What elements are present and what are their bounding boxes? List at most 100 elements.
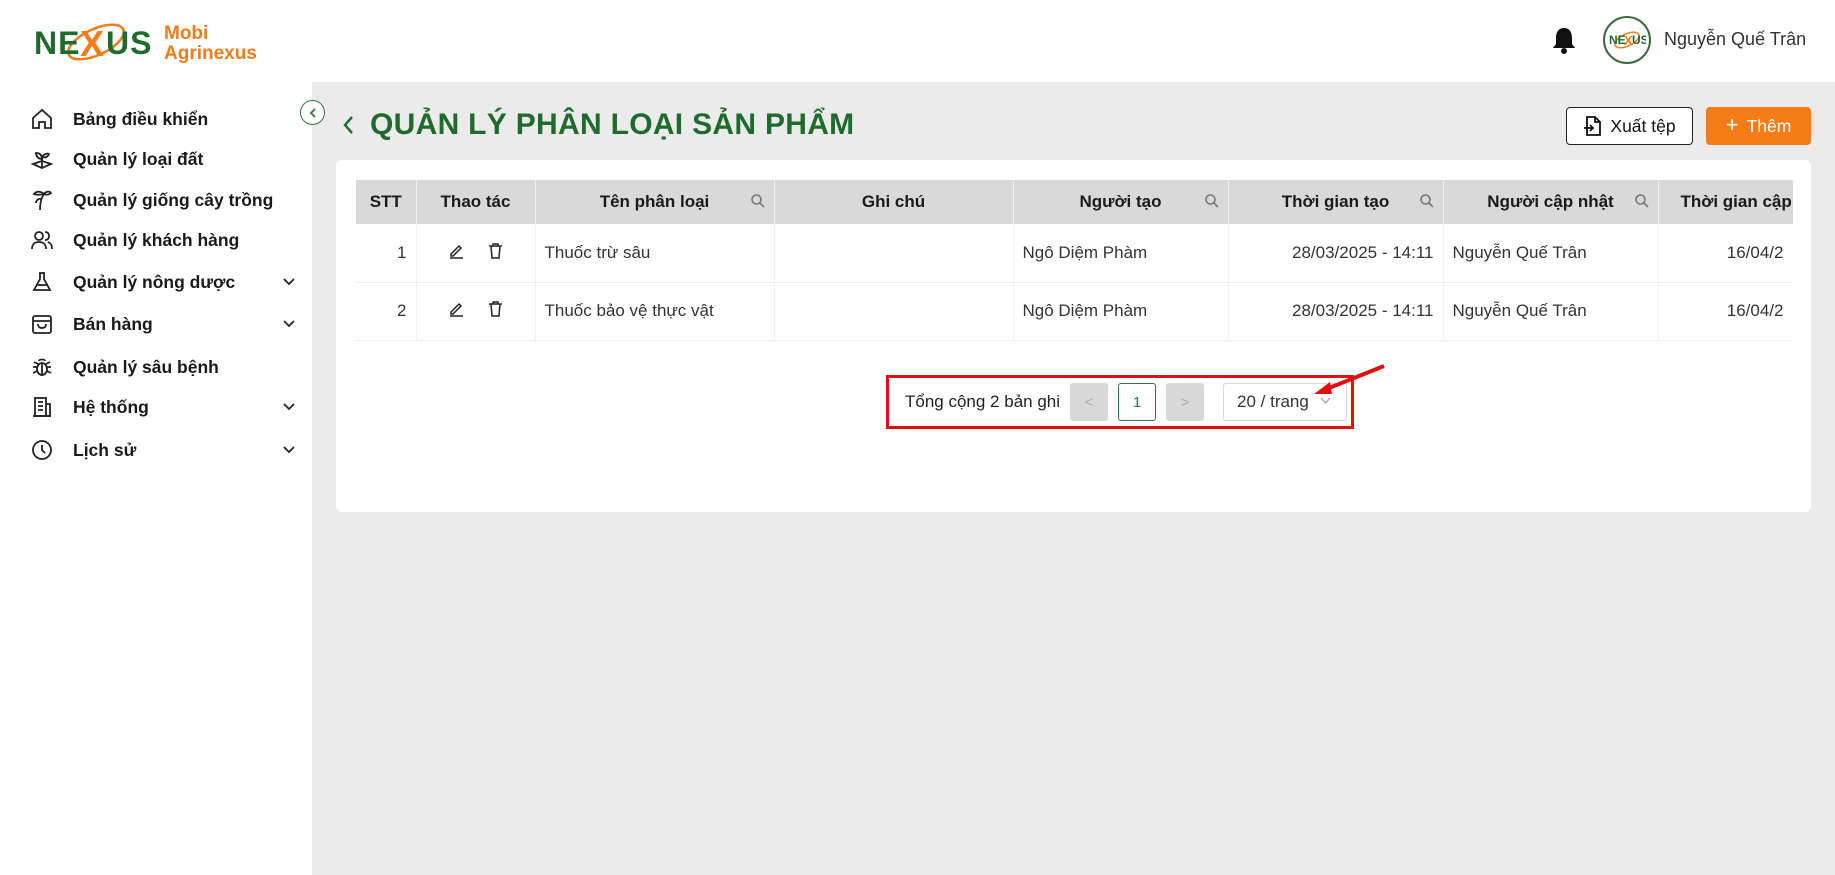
avatar-logo-icon: NE X US: [1609, 31, 1646, 49]
pagination-prev-button[interactable]: <: [1070, 383, 1109, 421]
main-content: QUẢN LÝ PHÂN LOẠI SẢN PHẨM Xuất tệp + Th…: [312, 82, 1835, 875]
chevron-down-icon[interactable]: [280, 272, 298, 290]
cell-category-name: Thuốc trừ sâu: [535, 224, 775, 283]
flask-icon: [28, 268, 56, 296]
building-icon: [28, 393, 56, 421]
column-header-note: Ghi chú: [774, 180, 1014, 224]
home-icon: [28, 105, 56, 133]
annotation-arrow-icon: [1310, 362, 1390, 398]
sidebar-item-label: Quản lý sâu bệnh: [73, 356, 219, 377]
table-row: 1 Thuốc trừ sâu Ngô Diệm Phàm 28/03/2025…: [356, 224, 1793, 283]
nexus-logo-icon: NE X US: [34, 14, 154, 74]
cell-category-name: Thuốc bảo vệ thực vật: [535, 282, 775, 341]
bug-icon: [28, 353, 56, 381]
cell-actions: [416, 224, 536, 283]
cell-updated-time: 16/04/2: [1658, 282, 1793, 341]
sidebar-item-dashboard[interactable]: Bảng điều khiển: [28, 104, 298, 134]
pagination-total: Tổng cộng 2 bản ghi: [905, 392, 1061, 411]
cell-stt: 2: [356, 282, 417, 341]
cell-updated-time: 16/04/2: [1658, 224, 1793, 283]
column-header-created-time: Thời gian tạo: [1228, 180, 1444, 224]
sidebar-item-system[interactable]: Hệ thống: [28, 392, 298, 422]
sidebar-item-plant-varieties[interactable]: Quản lý giống cây trồng: [28, 185, 298, 215]
cell-updater: Nguyễn Quế Trân: [1443, 224, 1659, 283]
users-icon: [28, 226, 56, 254]
cell-actions: [416, 282, 536, 341]
back-arrow-icon[interactable]: [340, 112, 360, 138]
svg-text:US: US: [106, 25, 152, 61]
user-name[interactable]: Nguyễn Quế Trân: [1664, 29, 1806, 50]
search-icon[interactable]: [750, 193, 766, 209]
edit-icon[interactable]: [448, 300, 465, 322]
sidebar-collapse-button[interactable]: [300, 100, 325, 125]
table-row: 2 Thuốc bảo vệ thực vật Ngô Diệm Phàm 28…: [356, 282, 1793, 341]
column-header-stt: STT: [356, 180, 417, 224]
brand-name: Mobi Agrinexus: [164, 24, 257, 64]
avatar[interactable]: NE X US: [1603, 16, 1651, 64]
sidebar-item-label: Hệ thống: [73, 396, 149, 417]
edit-icon[interactable]: [448, 242, 465, 264]
cell-creator: Ngô Diệm Phàm: [1013, 224, 1229, 283]
sidebar-item-soil[interactable]: Quản lý loại đất: [28, 144, 298, 174]
pagination: Tổng cộng 2 bản ghi < 1 > 20 / trang: [886, 375, 1354, 429]
sidebar-item-customers[interactable]: Quản lý khách hàng: [28, 225, 298, 255]
cell-updater: Nguyễn Quế Trân: [1443, 282, 1659, 341]
sidebar-item-pests[interactable]: Quản lý sâu bệnh: [28, 352, 298, 382]
plant-icon: [28, 186, 56, 214]
chevron-down-icon[interactable]: [280, 397, 298, 415]
sidebar-item-label: Lịch sử: [73, 439, 137, 460]
column-header-actions: Thao tác: [416, 180, 536, 224]
add-button-label: Thêm: [1746, 115, 1792, 136]
column-header-category-name: Tên phân loại: [535, 180, 775, 224]
top-bar: NE X US Mobi Agrinexus NE X US Nguyễn Qu…: [0, 0, 1835, 82]
sidebar: Bảng điều khiển Quản lý loại đất Quản lý…: [0, 82, 312, 875]
soil-icon: [28, 145, 56, 173]
plus-icon: +: [1725, 112, 1739, 137]
svg-text:NE: NE: [34, 25, 80, 61]
sidebar-item-label: Quản lý loại đất: [73, 148, 204, 169]
column-header-updated-time: Thời gian cập n: [1658, 180, 1793, 224]
page-size-value: 20 / trang: [1237, 392, 1309, 411]
svg-text:X: X: [80, 23, 104, 64]
cell-note: [774, 224, 1014, 283]
clock-icon: [28, 436, 56, 464]
page-header: QUẢN LÝ PHÂN LOẠI SẢN PHẨM: [340, 108, 854, 142]
export-button-label: Xuất tệp: [1610, 115, 1676, 136]
file-export-icon: [1584, 116, 1602, 136]
brand-line-2: Agrinexus: [164, 43, 257, 64]
column-header-creator: Người tạo: [1013, 180, 1229, 224]
sidebar-item-label: Quản lý nông dược: [73, 271, 236, 292]
pagination-page-1[interactable]: 1: [1118, 383, 1157, 421]
chevron-down-icon[interactable]: [280, 440, 298, 458]
sidebar-item-label: Bảng điều khiển: [73, 108, 209, 129]
content-card: STT Thao tác Tên phân loại Ghi chú Người…: [336, 160, 1811, 512]
sidebar-item-label: Quản lý khách hàng: [73, 229, 240, 250]
sidebar-item-label: Bán hàng: [73, 313, 153, 334]
search-icon[interactable]: [1204, 193, 1220, 209]
export-file-button[interactable]: Xuất tệp: [1566, 107, 1693, 145]
cell-stt: 1: [356, 224, 417, 283]
cell-created-time: 28/03/2025 - 14:11: [1228, 282, 1444, 341]
delete-icon[interactable]: [488, 242, 503, 264]
sidebar-item-history[interactable]: Lịch sử: [28, 435, 298, 465]
column-header-updater: Người cập nhật: [1443, 180, 1659, 224]
search-icon[interactable]: [1634, 193, 1650, 209]
sidebar-item-pesticides[interactable]: Quản lý nông dược: [28, 267, 298, 297]
sidebar-item-sales[interactable]: Bán hàng: [28, 309, 298, 339]
pagination-next-button[interactable]: >: [1166, 383, 1205, 421]
app-logo[interactable]: NE X US Mobi Agrinexus: [34, 14, 257, 74]
chevron-down-icon[interactable]: [280, 314, 298, 332]
table-header-row: STT Thao tác Tên phân loại Ghi chú Người…: [356, 180, 1793, 224]
chevron-left-icon: [309, 107, 316, 118]
cell-note: [774, 282, 1014, 341]
search-icon[interactable]: [1419, 193, 1435, 209]
bell-icon[interactable]: [1550, 25, 1578, 55]
add-button[interactable]: + Thêm: [1706, 107, 1811, 145]
cell-created-time: 28/03/2025 - 14:11: [1228, 224, 1444, 283]
svg-text:US: US: [1632, 33, 1646, 47]
delete-icon[interactable]: [488, 300, 503, 322]
data-table: STT Thao tác Tên phân loại Ghi chú Người…: [356, 180, 1793, 360]
sidebar-item-label: Quản lý giống cây trồng: [73, 189, 274, 210]
page-title: QUẢN LÝ PHÂN LOẠI SẢN PHẨM: [370, 108, 855, 141]
brand-line-1: Mobi: [164, 23, 209, 44]
